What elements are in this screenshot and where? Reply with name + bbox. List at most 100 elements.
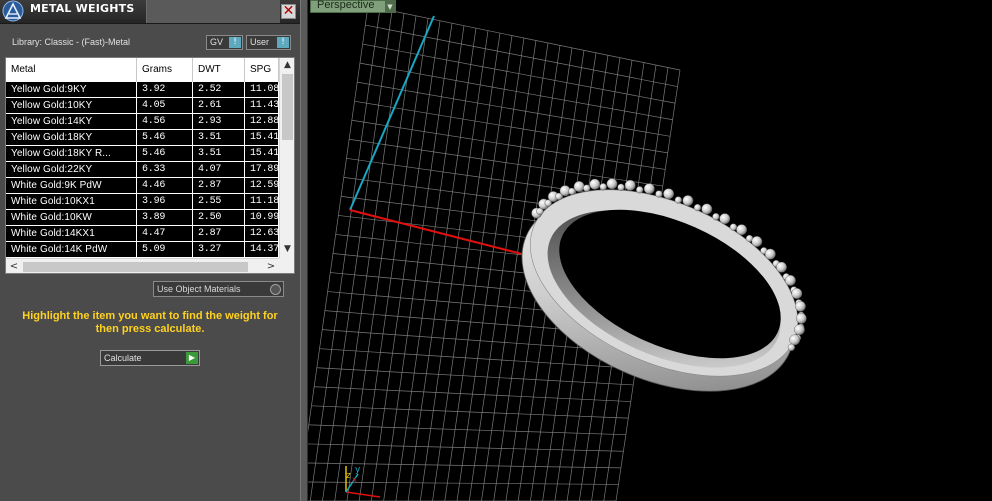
- grams-cell: 4.47: [137, 226, 193, 241]
- ring-bead: [751, 236, 763, 247]
- axis-label-z: z: [346, 471, 351, 481]
- scroll-up-icon[interactable]: ▲: [280, 58, 294, 73]
- dwt-cell: 3.51: [193, 130, 245, 145]
- app-logo-icon: [2, 0, 24, 22]
- ring-bead: [682, 195, 694, 207]
- perspective-viewport[interactable]: z y x Perspective ▼: [308, 0, 992, 501]
- grams-cell: 4.46: [137, 178, 193, 193]
- table-row[interactable]: Yellow Gold:9KY 3.92 2.52 11.08: [6, 82, 279, 98]
- metal-cell: White Gold:10KX1: [6, 194, 137, 209]
- ring-bead: [793, 324, 805, 336]
- ring-bead: [712, 213, 720, 221]
- panel-title: METAL WEIGHTS: [30, 2, 135, 15]
- radio-icon[interactable]: [270, 284, 281, 295]
- ring-bead: [568, 187, 576, 196]
- spg-cell: 12.63: [245, 226, 279, 241]
- gv-toggle[interactable]: GV !: [206, 35, 243, 50]
- view-name-label: Perspective: [317, 0, 375, 11]
- table-row[interactable]: Yellow Gold:10KY 4.05 2.61 11.43: [6, 98, 279, 114]
- spg-cell: 10.99: [245, 210, 279, 225]
- ring-bead: [795, 312, 807, 324]
- title-spacer: [146, 0, 280, 23]
- table-body: Yellow Gold:9KY 3.92 2.52 11.08 Yellow Gold:…: [6, 82, 279, 258]
- panel-splitter[interactable]: [300, 0, 308, 501]
- dwt-cell: 2.93: [193, 114, 245, 129]
- ring-bead: [583, 184, 591, 192]
- ring-bead: [794, 300, 806, 312]
- vertical-scrollbar[interactable]: ▲ ▼: [279, 58, 294, 258]
- table-row[interactable]: White Gold:10KW 3.89 2.50 10.99: [6, 210, 279, 226]
- dwt-cell: 3.51: [193, 146, 245, 161]
- viewport-canvas[interactable]: z y x: [308, 0, 992, 501]
- table-row[interactable]: White Gold:14K PdW 5.09 3.27 14.37: [6, 242, 279, 258]
- spg-cell: 11.43: [245, 98, 279, 113]
- grams-cell: 4.56: [137, 114, 193, 129]
- close-button[interactable]: ✕: [281, 4, 296, 19]
- toggle-indicator-icon: !: [229, 37, 241, 48]
- calculate-button[interactable]: Calculate ▶: [100, 350, 200, 366]
- metal-cell: White Gold:14KX1: [6, 226, 137, 241]
- ring-bead: [693, 204, 702, 212]
- horizontal-scroll-thumb[interactable]: [23, 262, 248, 272]
- user-toggle[interactable]: User !: [246, 35, 291, 50]
- grid-line: [308, 443, 624, 452]
- ring-bead: [784, 274, 796, 286]
- table-row[interactable]: Yellow Gold:14KY 4.56 2.93 12.88: [6, 114, 279, 130]
- library-label: Library: Classic - (Fast)-Metal: [12, 37, 131, 47]
- metal-cell: Yellow Gold:22KY: [6, 162, 137, 177]
- ring-bead: [655, 190, 663, 198]
- grams-cell: 5.09: [137, 242, 193, 257]
- ring-bead: [719, 213, 731, 225]
- dwt-cell: 2.50: [193, 210, 245, 225]
- grams-cell: 3.96: [137, 194, 193, 209]
- metal-cell: Yellow Gold:18KY: [6, 130, 137, 145]
- column-header-metal[interactable]: Metal: [6, 58, 137, 82]
- ring-bead: [599, 183, 607, 191]
- gv-toggle-label: GV: [210, 37, 224, 47]
- column-header-grams[interactable]: Grams: [137, 58, 193, 82]
- ring-bead: [643, 183, 655, 195]
- table-row[interactable]: Yellow Gold:18KY 5.46 3.51 15.41: [6, 130, 279, 146]
- grams-cell: 5.46: [137, 146, 193, 161]
- use-object-materials-option[interactable]: Use Object Materials: [153, 281, 284, 297]
- chevron-down-icon[interactable]: ▼: [385, 1, 395, 13]
- spg-cell: 17.89: [245, 162, 279, 177]
- metal-cell: Yellow Gold:10KY: [6, 98, 137, 113]
- dwt-cell: 3.27: [193, 242, 245, 257]
- ring-bead: [636, 186, 644, 194]
- ring-bead: [789, 334, 801, 346]
- spg-cell: 11.18: [245, 194, 279, 209]
- table-row[interactable]: Yellow Gold:22KY 6.33 4.07 17.89: [6, 162, 279, 178]
- grams-cell: 3.92: [137, 82, 193, 97]
- scroll-down-icon[interactable]: ▼: [280, 242, 294, 257]
- column-header-dwt[interactable]: DWT: [193, 58, 245, 82]
- column-header-spg[interactable]: SPG: [245, 58, 279, 82]
- instructions-text: Highlight the item you want to find the …: [22, 310, 278, 335]
- horizontal-scrollbar[interactable]: < >: [6, 258, 279, 273]
- spg-cell: 15.41: [245, 146, 279, 161]
- metal-weights-table: Metal Grams DWT SPG Yellow Gold:9KY 3.92 2…: [5, 57, 295, 274]
- grams-cell: 4.05: [137, 98, 193, 113]
- ring-model[interactable]: [492, 152, 826, 430]
- spg-cell: 12.59: [245, 178, 279, 193]
- view-name-tab[interactable]: Perspective ▼: [310, 0, 396, 13]
- metal-cell: Yellow Gold:18KY R...: [6, 146, 137, 161]
- metal-cell: Yellow Gold:9KY: [6, 82, 137, 97]
- ring-bead: [617, 183, 625, 191]
- dwt-cell: 2.55: [193, 194, 245, 209]
- table-row[interactable]: White Gold:9K PdW 4.46 2.87 12.59: [6, 178, 279, 194]
- metal-weights-panel: METAL WEIGHTS ✕ Library: Classic - (Fast…: [0, 0, 300, 501]
- dwt-cell: 4.07: [193, 162, 245, 177]
- scroll-left-icon[interactable]: <: [6, 259, 22, 273]
- table-row[interactable]: Yellow Gold:18KY R... 5.46 3.51 15.41: [6, 146, 279, 162]
- ring-bead: [624, 179, 636, 191]
- table-row[interactable]: White Gold:14KX1 4.47 2.87 12.63: [6, 226, 279, 242]
- table-row[interactable]: White Gold:10KX1 3.96 2.55 11.18: [6, 194, 279, 210]
- vertical-scroll-thumb[interactable]: [282, 74, 293, 140]
- ring-bead: [674, 196, 682, 204]
- scroll-right-icon[interactable]: >: [263, 259, 279, 273]
- play-arrow-icon: ▶: [186, 352, 198, 364]
- metal-cell: White Gold:14K PdW: [6, 242, 137, 257]
- axis-label-y: y: [355, 465, 361, 475]
- grams-cell: 6.33: [137, 162, 193, 177]
